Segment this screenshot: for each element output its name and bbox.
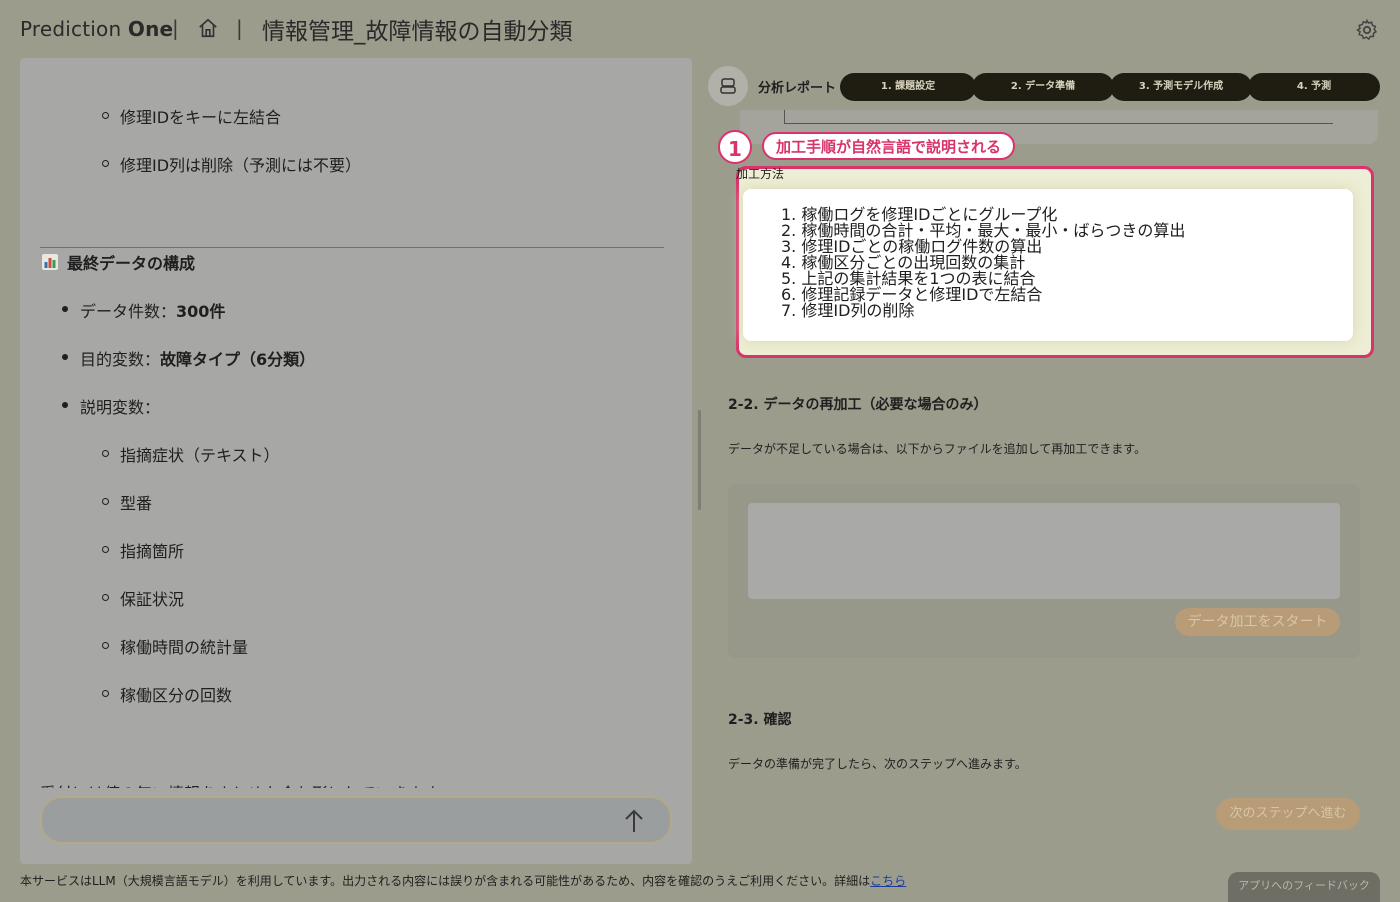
- list-bullet: [102, 450, 109, 457]
- bar-chart-icon: [42, 254, 58, 270]
- list-item: 指摘箇所: [120, 542, 185, 561]
- process-step: 7. 修理ID列の削除: [781, 301, 915, 320]
- step-tab-2[interactable]: 2. データ準備: [972, 73, 1114, 101]
- list-item: 型番: [120, 494, 153, 513]
- disclaimer-text: 本サービスはLLM（大規模言語モデル）を利用しています。出力される内容には誤りが…: [20, 874, 871, 888]
- gear-icon[interactable]: [1355, 18, 1379, 42]
- step-tab-1[interactable]: 1. 課題設定: [840, 73, 976, 101]
- list-bullet: [62, 354, 68, 360]
- robot-icon: [720, 78, 736, 94]
- app-header: Prediction One | | 情報管理_故障情報の自動分類: [0, 0, 1400, 58]
- list-item: 目的変数：故障タイプ（6分類）: [80, 346, 315, 370]
- list-bullet: [102, 112, 109, 119]
- list-bullet: [102, 642, 109, 649]
- start-processing-button[interactable]: データ加工をスタート: [1175, 608, 1340, 636]
- chat-input[interactable]: [40, 796, 672, 844]
- item-label: データ件数：: [80, 302, 177, 321]
- list-item: 保証状況: [120, 590, 185, 609]
- step-tab-4[interactable]: 4. 予測: [1248, 73, 1380, 101]
- list-bullet: [102, 690, 109, 697]
- report-panel: 分析レポート 1. 課題設定 2. データ準備 3. 予測モデル作成 4. 予測…: [706, 58, 1400, 900]
- list-item: 稼働時間の統計量: [120, 638, 249, 657]
- item-value: 故障タイプ（6分類）: [160, 350, 316, 369]
- process-steps-list: 1. 稼働ログを修理IDごとにグループ化 2. 稼働時間の合計・平均・最大・最小…: [781, 207, 1185, 319]
- list-bullet: [102, 498, 109, 505]
- list-item: データ件数：300件: [80, 298, 225, 322]
- method-label: 加工方法: [736, 167, 785, 181]
- next-step-button[interactable]: 次のステップへ進む: [1216, 798, 1360, 830]
- app-logo[interactable]: Prediction One: [20, 17, 173, 41]
- details-link[interactable]: こちら: [870, 874, 906, 888]
- brand-text: Prediction: [20, 17, 128, 41]
- list-bullet: [102, 546, 109, 553]
- feedback-button[interactable]: アプリへのフィードバック: [1228, 872, 1380, 902]
- home-icon[interactable]: [197, 17, 219, 39]
- send-arrow-icon[interactable]: [622, 808, 646, 834]
- chat-messages[interactable]: 修理IDをキーに左結合 修理ID列は削除（予測には不要） 最終データの構成 デー…: [20, 58, 692, 788]
- section-heading: 最終データの構成: [67, 254, 196, 273]
- step-tab-3[interactable]: 3. 予測モデル作成: [1110, 73, 1252, 101]
- process-steps-box: 1. 稼働ログを修理IDごとにグループ化 2. 稼働時間の合計・平均・最大・最小…: [743, 189, 1353, 341]
- list-item: 説明変数：: [80, 398, 161, 417]
- list-bullet: [102, 594, 109, 601]
- reprocess-title: 2-2. データの再加工（必要な場合のみ）: [728, 397, 988, 413]
- list-bullet: [62, 402, 68, 408]
- callout-label: 加工手順が自然言語で説明される: [762, 132, 1016, 160]
- footer-disclaimer: 本サービスはLLM（大規模言語モデル）を利用しています。出力される内容には誤りが…: [20, 872, 906, 889]
- panel-resize-handle[interactable]: [698, 410, 701, 510]
- item-label: 目的変数：: [80, 350, 161, 369]
- list-item: 稼働区分の回数: [120, 686, 233, 705]
- report-label: 分析レポート: [758, 81, 837, 96]
- item-value: 300件: [176, 302, 226, 321]
- brand-text-bold: One: [127, 17, 174, 41]
- callout-number: 1: [718, 130, 752, 164]
- truncated-text: 受付には値の無い情報をまとめた含む形にしていきます: [40, 780, 440, 788]
- chat-panel: 修理IDをキーに左結合 修理ID列は削除（予測には不要） 最終データの構成 デー…: [20, 58, 692, 864]
- list-bullet: [102, 160, 109, 167]
- page-title: 情報管理_故障情報の自動分類: [262, 19, 573, 45]
- header-separator: |: [236, 16, 243, 40]
- list-item: 修理ID列は削除（予測には不要）: [120, 156, 362, 175]
- list-bullet: [62, 306, 68, 312]
- upload-card: データ加工をスタート: [728, 484, 1360, 658]
- confirm-description: データの準備が完了したら、次のステップへ進みます。: [728, 757, 1027, 771]
- confirm-title: 2-3. 確認: [728, 712, 792, 728]
- file-dropzone[interactable]: [748, 503, 1340, 599]
- report-icon[interactable]: [708, 66, 748, 106]
- method-highlight: 1. 稼働ログを修理IDごとにグループ化 2. 稼働時間の合計・平均・最大・最小…: [736, 166, 1374, 358]
- reprocess-description: データが不足している場合は、以下からファイルを追加して再加工できます。: [728, 442, 1147, 456]
- list-item: 指摘症状（テキスト）: [120, 446, 280, 465]
- divider: [40, 247, 664, 248]
- header-separator: |: [172, 16, 179, 40]
- list-item: 修理IDをキーに左結合: [120, 108, 282, 127]
